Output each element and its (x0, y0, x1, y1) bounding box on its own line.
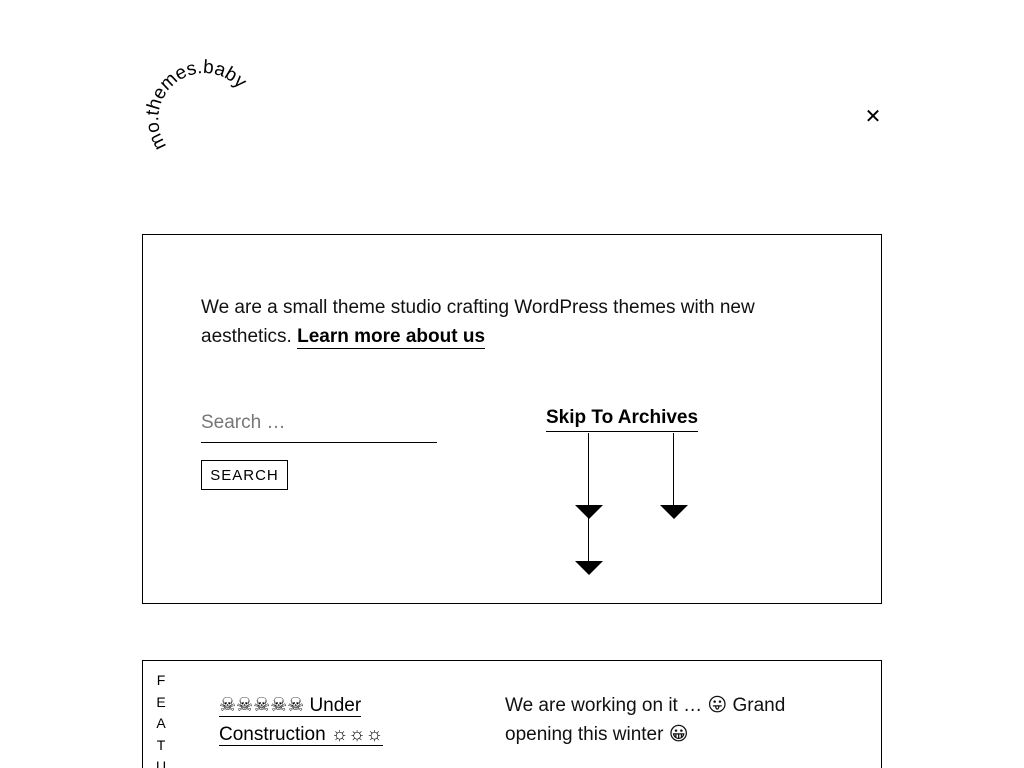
featured-letter: T (156, 736, 166, 753)
featured-post-link[interactable]: ☠☠☠☠☠ Under Construction ☼☼☼ (219, 695, 384, 746)
down-arrow-line (588, 433, 589, 505)
down-arrow-icon (575, 561, 603, 575)
close-icon[interactable]: ✕ (862, 104, 884, 128)
svg-text:mo.themes.baby: mo.themes.baby (142, 57, 251, 154)
down-arrow-icon (660, 505, 688, 519)
featured-post-title: ☠☠☠☠☠ Under Construction ☼☼☼ (219, 691, 419, 749)
featured-letter: U (155, 758, 167, 768)
featured-panel: F E A T U ☠☠☠☠☠ Under Construction ☼☼☼ W… (142, 660, 882, 768)
intro-panel: We are a small theme studio crafting Wor… (142, 234, 882, 604)
skip-to-archives-link[interactable]: Skip To Archives (546, 407, 699, 432)
search-button[interactable]: SEARCH (201, 460, 288, 490)
site-logo[interactable]: mo.themes.baby (132, 52, 262, 172)
down-arrow-line (588, 517, 589, 561)
logo-circle-text: mo.themes.baby (142, 57, 251, 154)
logo-text: mo.themes.baby (142, 57, 251, 154)
learn-more-link[interactable]: Learn more about us (297, 326, 486, 349)
down-arrow-icon (575, 505, 603, 519)
search-input[interactable] (201, 403, 437, 443)
page: mo.themes.baby ✕ We are a small theme st… (0, 0, 1024, 768)
intro-text-block: We are a small theme studio crafting Wor… (201, 293, 801, 351)
featured-vertical-label: F E A T U (154, 670, 168, 768)
featured-letter: E (156, 693, 166, 710)
down-arrow-line (673, 433, 674, 505)
featured-post-excerpt: We are working on it … 😛 Grand opening t… (505, 695, 786, 745)
featured-letter: F (156, 672, 166, 688)
featured-letter: A (156, 715, 166, 731)
